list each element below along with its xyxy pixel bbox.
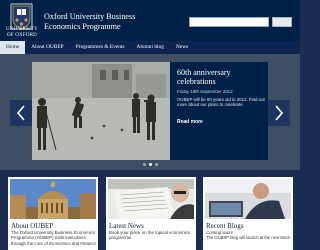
chevron-left-icon	[16, 105, 25, 121]
carousel-pagination	[137, 160, 163, 168]
radcliffe-camera-photo[interactable]	[10, 179, 96, 219]
read-more-link[interactable]: Read more	[177, 119, 203, 125]
site-title-line-1: Oxford University Business	[44, 12, 136, 21]
hero-carousel: 60th anniversary celebrations Friday 16t…	[0, 54, 300, 170]
page: UNIVERSITY OF OXFORD Oxford University B…	[0, 0, 300, 250]
site-header: UNIVERSITY OF OXFORD Oxford University B…	[0, 0, 300, 41]
nav-item-alumni-blog[interactable]: Alumni blog	[131, 41, 170, 54]
search-button[interactable]	[272, 17, 292, 27]
feature-box-about[interactable]: About OUBEP The Oxford University Busine…	[8, 177, 98, 250]
feature-section: About OUBEP The Oxford University Busine…	[0, 170, 300, 250]
feature-box-title[interactable]: About OUBEP	[11, 222, 53, 230]
carousel-prev-button[interactable]	[10, 100, 32, 126]
nav-item-programmes-events[interactable]: Programmes & Events	[70, 41, 131, 54]
nav-item-news[interactable]: News	[170, 41, 194, 54]
site-title[interactable]: Oxford University Business Economics Pro…	[44, 12, 135, 31]
site-title-line-2: Economics Programme	[44, 21, 121, 31]
slide-title[interactable]: 60th anniversary celebrations	[177, 68, 265, 86]
main-nav: Home About OUBEP Programmes & Events Alu…	[0, 41, 300, 54]
chevron-right-icon	[275, 105, 284, 121]
carousel-dot-1[interactable]	[142, 162, 146, 166]
slide-date: Friday 16th September 2012	[177, 89, 233, 94]
feature-box-text: The Oxford University Business Economics…	[11, 230, 96, 246]
feature-box-title[interactable]: Recent Blogs	[206, 222, 244, 230]
feature-box-text: Book your place on the topical economics…	[109, 230, 191, 241]
carousel-dot-2[interactable]	[148, 162, 152, 166]
university-name: UNIVERSITY OF OXFORD	[6, 27, 38, 38]
feature-box-news[interactable]: Latest News Book your place on the topic…	[106, 177, 196, 250]
feature-box-title[interactable]: Latest News	[109, 222, 144, 230]
search-input[interactable]	[189, 17, 269, 27]
nav-item-home[interactable]: Home	[0, 41, 26, 54]
carousel-next-button[interactable]	[268, 100, 290, 126]
slide-caption-panel: 60th anniversary celebrations Friday 16t…	[170, 62, 268, 160]
feature-box-blogs[interactable]: Recent Blogs Coming soon! The OUBEP blog…	[203, 177, 293, 250]
slide-description: OUBEP will be 60 years old in 2012. Find…	[177, 97, 265, 108]
carousel-dot-3[interactable]	[154, 162, 158, 166]
laptop-user-photo[interactable]	[205, 179, 291, 219]
newspaper-reader-photo[interactable]	[108, 179, 194, 219]
feature-box-text-secondary: The OUBEP blog will launch at the next M…	[206, 235, 291, 240]
slide-photo[interactable]	[32, 62, 170, 160]
nav-item-about[interactable]: About OUBEP	[25, 41, 70, 54]
